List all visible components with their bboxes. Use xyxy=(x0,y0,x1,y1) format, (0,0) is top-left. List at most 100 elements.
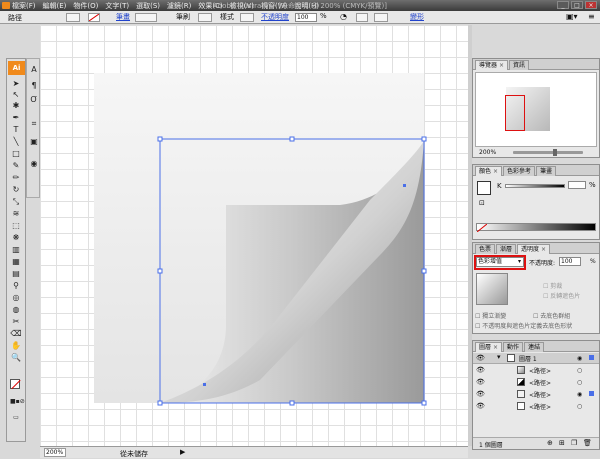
layer-name[interactable]: 圖層 1 xyxy=(519,354,537,363)
warp-tool-icon[interactable]: ≋ xyxy=(10,209,22,219)
new-sublayer-icon[interactable]: ⊞ xyxy=(559,439,565,447)
handle-bottom-left[interactable] xyxy=(157,400,163,406)
trash-icon[interactable]: 🗑 xyxy=(583,439,592,447)
hand-tool-icon[interactable]: ✋ xyxy=(10,341,22,351)
artboard-canvas[interactable] xyxy=(40,25,468,446)
transform-link[interactable]: 變形 xyxy=(410,12,424,22)
transparency-thumbnail[interactable] xyxy=(476,273,508,305)
path-name[interactable]: <路徑> xyxy=(529,390,551,399)
tab-stroke[interactable]: 筆畫 xyxy=(536,166,557,176)
handle-bottom-middle[interactable] xyxy=(289,400,295,406)
tab-links[interactable]: 連結 xyxy=(524,342,545,352)
stroke-link[interactable]: 筆畫 xyxy=(116,12,130,22)
graph-tool-icon[interactable]: ▥ xyxy=(10,245,22,255)
handle-bottom-right[interactable] xyxy=(421,400,427,406)
path-type-tool-icon[interactable]: Ơ xyxy=(28,95,40,105)
panel-menu-icon[interactable]: ≡ xyxy=(588,12,595,21)
live-paint-tool-icon[interactable]: ◍ xyxy=(10,305,22,315)
paragraph-tool-icon[interactable]: ¶ xyxy=(28,81,40,91)
align-icon[interactable] xyxy=(356,13,368,22)
handle-top-left[interactable] xyxy=(157,136,163,142)
fill-stroke-swatch-icon[interactable] xyxy=(10,379,22,390)
path-name[interactable]: <路徑> xyxy=(529,402,551,411)
workspace-icon[interactable]: ▣▾ xyxy=(566,12,578,21)
visibility-eye-icon[interactable]: 👁 xyxy=(476,390,485,398)
color-spectrum-bar[interactable] xyxy=(476,223,596,232)
close-button[interactable]: × xyxy=(585,1,597,9)
direct-selection-tool-icon[interactable]: ↖ xyxy=(10,90,22,100)
zoom-level-field[interactable]: 200% xyxy=(44,448,66,457)
visibility-eye-icon[interactable]: 👁 xyxy=(476,402,485,410)
free-transform-tool-icon[interactable]: ⬚ xyxy=(10,221,22,231)
target-circle-icon[interactable]: ◉ xyxy=(577,391,582,398)
opacity-link[interactable]: 不透明度 xyxy=(261,12,289,22)
eraser-tool-icon[interactable]: ⌫ xyxy=(10,329,22,339)
tab-actions[interactable]: 動作 xyxy=(503,342,524,352)
list-item[interactable]: 👁 <路徑> ○ xyxy=(473,365,599,376)
panel-opacity-input[interactable]: 100 xyxy=(559,257,581,266)
slice-tool-icon[interactable]: ✂ xyxy=(10,317,22,327)
anchor-point[interactable] xyxy=(403,184,406,187)
transform-origin-icon[interactable] xyxy=(374,13,388,22)
list-item[interactable]: 👁 <路徑> ◉ xyxy=(473,389,599,400)
style-dropdown[interactable] xyxy=(240,13,254,22)
target-circle-icon[interactable]: ◉ xyxy=(577,355,582,362)
blend-mode-dropdown[interactable]: 色彩增值 ▾ xyxy=(476,257,524,267)
tab-info[interactable]: 資訊 xyxy=(509,60,530,70)
fill-color-swatch[interactable] xyxy=(477,181,491,195)
magic-wand-tool-icon[interactable]: ✱ xyxy=(10,101,22,111)
gradient-tool-icon[interactable]: ▤ xyxy=(10,269,22,279)
status-menu-arrow-icon[interactable]: ▶ xyxy=(180,448,185,456)
stroke-weight-field[interactable] xyxy=(135,13,157,22)
zoom-slider-thumb[interactable] xyxy=(553,149,557,156)
mesh-tool-icon[interactable]: ▦ xyxy=(10,257,22,267)
tab-layers[interactable]: 圖層 × xyxy=(475,342,503,352)
brush-dropdown[interactable] xyxy=(198,13,212,22)
tab-swatches[interactable]: 色票 xyxy=(475,244,496,254)
page-curl-artwork[interactable] xyxy=(40,25,468,446)
knockout-group-checkbox[interactable]: ☐ 去底色群組 xyxy=(533,311,570,320)
handle-top-right[interactable] xyxy=(421,136,427,142)
opacity-input[interactable]: 100 xyxy=(295,13,317,22)
visibility-eye-icon[interactable]: 👁 xyxy=(476,354,485,362)
visibility-eye-icon[interactable]: 👁 xyxy=(476,378,485,386)
eyedropper-tool-icon[interactable]: ⚲ xyxy=(10,281,22,291)
stroke-none-swatch[interactable] xyxy=(88,13,100,22)
pencil-tool-icon[interactable]: ✏ xyxy=(10,173,22,183)
list-item[interactable]: 👁 <路徑> ○ xyxy=(473,401,599,412)
fill-swatch[interactable] xyxy=(66,13,80,22)
maximize-button[interactable]: □ xyxy=(571,1,583,9)
screen-mode-icon[interactable]: ▭ xyxy=(10,413,22,423)
layer-row[interactable]: 👁 ▾ 圖層 1 ◉ xyxy=(473,353,599,364)
minimize-button[interactable]: _ xyxy=(557,1,569,9)
navigator-view-box[interactable] xyxy=(505,95,525,131)
define-knockout-checkbox[interactable]: ☐ 不透明度與遮色片定義去底色形狀 xyxy=(475,321,572,330)
tab-color-guide[interactable]: 色彩參考 xyxy=(503,166,536,176)
rotate-tool-icon[interactable]: ↻ xyxy=(10,185,22,195)
clip-checkbox[interactable]: ☐ 剪裁 xyxy=(543,281,562,290)
anchor-point[interactable] xyxy=(203,383,206,386)
selection-indicator[interactable] xyxy=(589,391,594,396)
expand-triangle-icon[interactable]: ▾ xyxy=(497,353,501,361)
arrange-tool-icon[interactable]: ▣ xyxy=(28,137,40,147)
k-value-input[interactable] xyxy=(568,181,586,189)
navigator-preview[interactable] xyxy=(475,72,597,147)
path-name[interactable]: <路徑> xyxy=(529,366,551,375)
handle-middle-right[interactable] xyxy=(421,268,427,274)
invert-mask-checkbox[interactable]: ☐ 反轉遮色片 xyxy=(543,291,580,300)
handle-middle-left[interactable] xyxy=(157,268,163,274)
target-circle-icon[interactable]: ○ xyxy=(577,403,582,410)
path-name[interactable]: <路徑> xyxy=(529,378,551,387)
tab-color[interactable]: 顏色 × xyxy=(475,166,503,176)
line-tool-icon[interactable]: ╲ xyxy=(10,137,22,147)
selection-tool-icon[interactable]: ➤ xyxy=(10,79,22,89)
zoom-tool-icon[interactable]: 🔍 xyxy=(10,353,22,363)
symbol-sprayer-tool-icon[interactable]: ❋ xyxy=(10,233,22,243)
blend-tool-icon[interactable]: ◎ xyxy=(10,293,22,303)
target-circle-icon[interactable]: ○ xyxy=(577,367,582,374)
rectangle-tool-icon[interactable]: □ xyxy=(10,149,22,159)
paintbrush-tool-icon[interactable]: ✎ xyxy=(10,161,22,171)
navigator-zoom-slider[interactable] xyxy=(513,149,583,156)
out-of-gamut-icon[interactable]: ⊡ xyxy=(479,199,485,207)
new-layer-icon[interactable]: ❐ xyxy=(571,439,577,447)
